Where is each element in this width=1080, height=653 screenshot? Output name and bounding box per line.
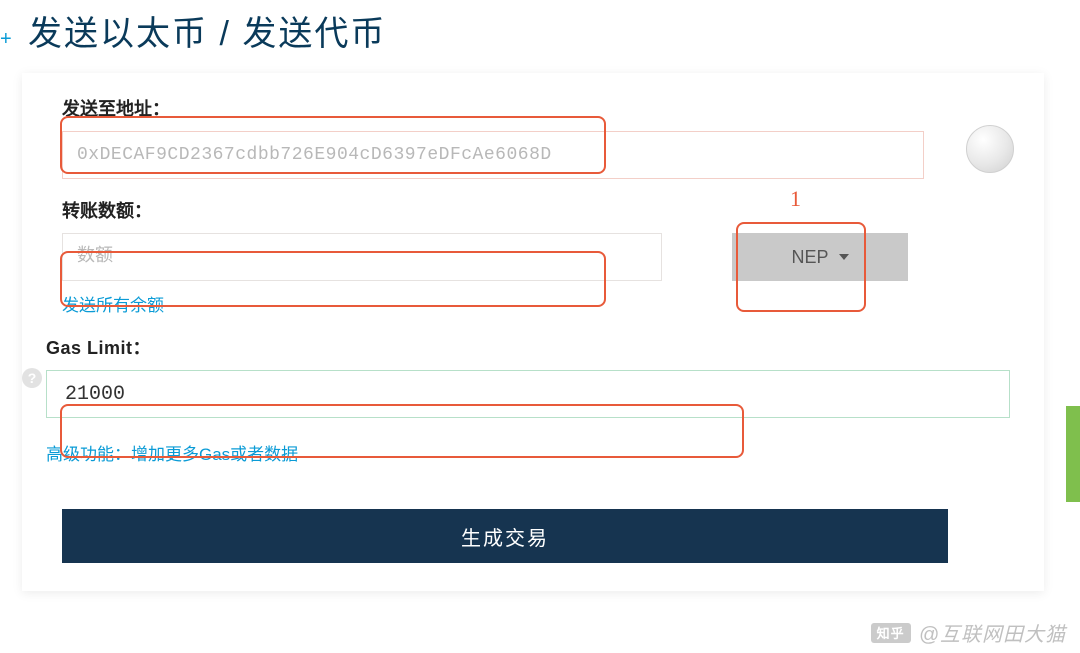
watermark-text: @互联网田大猫 [919, 618, 1066, 647]
amount-field-block: 转账数额： NEP 发送所有余额 [62, 197, 1010, 316]
send-form-card: 发送至地址： 转账数额： NEP 发送所有余额 Gas Limit： 高级功能：… [22, 73, 1044, 591]
watermark: 知乎 @互联网田大猫 [871, 618, 1066, 647]
gas-limit-input[interactable] [46, 370, 1010, 418]
address-field-block: 发送至地址： [62, 95, 1010, 179]
help-icon[interactable]: ? [22, 368, 42, 388]
token-selected-label: NEP [791, 247, 828, 268]
page-title: 发送以太币 / 发送代币 [28, 6, 1080, 55]
amount-input[interactable] [62, 233, 662, 281]
address-label: 发送至地址： [62, 95, 1010, 121]
address-identicon [966, 125, 1014, 173]
generate-transaction-button[interactable]: 生成交易 [62, 509, 948, 563]
chevron-down-icon [839, 254, 849, 260]
plus-icon: + [0, 28, 12, 51]
send-all-link[interactable]: 发送所有余额 [62, 291, 164, 316]
advanced-options-link[interactable]: 高级功能：增加更多Gas或者数据 [46, 440, 298, 465]
side-accent [1066, 406, 1080, 502]
token-select[interactable]: NEP [732, 233, 908, 281]
amount-label: 转账数额： [62, 197, 1010, 223]
gas-label: Gas Limit： [46, 334, 1010, 360]
zhihu-logo-icon: 知乎 [871, 623, 911, 643]
address-input[interactable] [62, 131, 924, 179]
annotation-marker-1: 1 [790, 186, 801, 212]
gas-field-block: Gas Limit： 高级功能：增加更多Gas或者数据 [46, 334, 1010, 465]
